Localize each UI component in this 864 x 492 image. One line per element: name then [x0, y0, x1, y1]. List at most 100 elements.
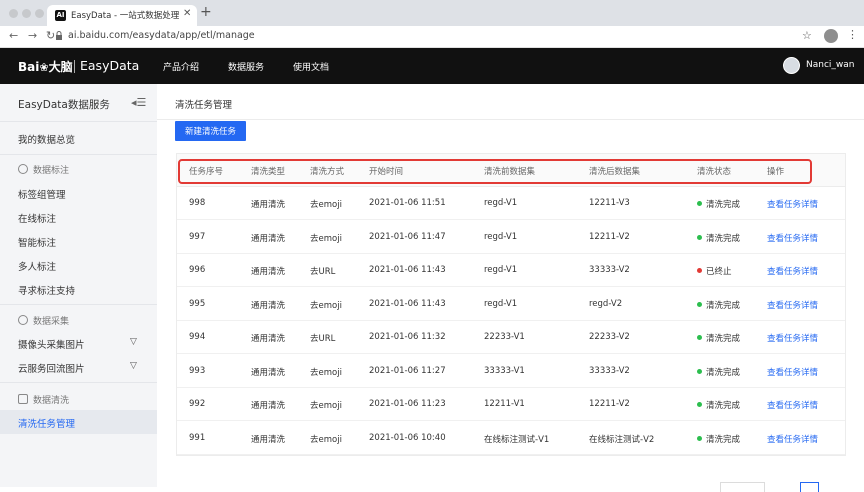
cleaning-icon	[18, 394, 28, 404]
top-navigation: Bai❀大脑 EasyData 产品介绍 数据服务 使用文档 Nanci_wan	[0, 48, 864, 84]
cell-type: 通用清洗	[251, 434, 286, 445]
cell-type: 通用清洗	[251, 267, 286, 277]
avatar[interactable]	[783, 57, 800, 74]
new-tab-icon[interactable]: +	[200, 5, 212, 19]
reload-icon[interactable]: ↻	[46, 29, 55, 42]
cell-method: 去emoji	[310, 434, 342, 445]
url-field[interactable]: ai.baidu.com/easydata/app/etl/manage	[68, 30, 255, 41]
cell-start-time: 2021-01-06 10:40	[369, 432, 446, 443]
cell-before-dataset: regd-V1	[484, 298, 518, 309]
status-dot-icon	[697, 301, 702, 307]
product-name[interactable]: EasyData	[80, 58, 139, 73]
status-label: 清洗完成	[706, 367, 741, 378]
cell-id: 995	[189, 298, 206, 309]
cell-method: 去emoji	[310, 367, 342, 378]
status-badge: 清洗完成	[697, 399, 740, 411]
sidebar-item-online-annotation[interactable]: 在线标注	[18, 211, 56, 225]
view-task-details-link[interactable]: 查看任务详情	[767, 366, 818, 378]
nav-link-data-service[interactable]: 数据服务	[228, 60, 264, 73]
cell-start-time: 2021-01-06 11:23	[369, 399, 446, 409]
view-task-details-link[interactable]: 查看任务详情	[767, 265, 818, 277]
sidebar-item-label-groups[interactable]: 标签组管理	[18, 187, 66, 201]
cell-before-dataset: regd-V1	[484, 198, 518, 208]
sidebar-item-smart-annotation[interactable]: 智能标注	[18, 235, 56, 249]
view-task-details-link[interactable]: 查看任务详情	[767, 433, 818, 445]
bookmark-star-icon[interactable]: ☆	[802, 29, 812, 42]
chevron-down-icon[interactable]: ▽	[130, 337, 137, 347]
cell-before-dataset: 22233-V1	[484, 332, 525, 342]
status-dot-icon	[697, 368, 702, 374]
view-task-details-link[interactable]: 查看任务详情	[767, 232, 818, 244]
profile-icon[interactable]	[824, 29, 838, 43]
status-label: 清洗完成	[706, 200, 741, 210]
cell-method: 去emoji	[310, 401, 342, 411]
logo-brand-cn: 大脑	[48, 60, 73, 74]
cell-start-time: 2021-01-06 11:51	[369, 198, 446, 208]
cell-id: 997	[189, 231, 206, 242]
window-close-dot[interactable]	[9, 9, 18, 18]
cell-id: 994	[189, 332, 206, 342]
page-header: 清洗任务管理	[157, 84, 864, 120]
baidu-logo[interactable]: Bai❀大脑	[18, 58, 73, 75]
chevron-down-icon[interactable]: ▽	[130, 361, 137, 371]
nav-link-docs[interactable]: 使用文档	[293, 60, 329, 73]
cell-type: 通用清洗	[251, 200, 286, 210]
view-task-details-link[interactable]: 查看任务详情	[767, 299, 818, 311]
cube-icon	[18, 164, 28, 174]
tab-close-icon[interactable]: ✕	[183, 8, 191, 19]
sidebar-group-collection: 数据采集	[18, 314, 69, 327]
cell-start-time: 2021-01-06 11:47	[369, 231, 446, 242]
window-zoom-dot[interactable]	[35, 9, 44, 18]
sidebar-item-multi-annotation[interactable]: 多人标注	[18, 259, 56, 273]
cell-after-dataset: 在线标注测试-V2	[589, 434, 655, 445]
status-dot-icon	[697, 435, 702, 441]
status-label: 清洗完成	[706, 334, 741, 344]
table-row: 998 通用清洗 去emoji 2021-01-06 11:51 regd-V1 1221…	[177, 187, 845, 220]
cell-method: 去emoji	[310, 300, 342, 311]
sidebar-item-camera-collection[interactable]: 摄像头采集图片	[18, 337, 85, 351]
cell-after-dataset: 12211-V3	[589, 198, 630, 208]
pagination-control[interactable]	[720, 482, 765, 492]
back-icon[interactable]: ←	[9, 29, 18, 42]
nav-link-product-intro[interactable]: 产品介绍	[163, 60, 199, 73]
divider	[0, 154, 157, 155]
collapse-menu-icon[interactable]: ◂☰	[131, 96, 146, 109]
cell-before-dataset: 12211-V1	[484, 399, 525, 409]
cell-type: 通用清洗	[251, 401, 286, 411]
cell-start-time: 2021-01-06 11:27	[369, 365, 446, 376]
window-minimize-dot[interactable]	[22, 9, 31, 18]
table-row: 991 通用清洗 去emoji 2021-01-06 10:40 在线标注测试-V1 在线…	[177, 422, 845, 455]
new-cleaning-task-button[interactable]: 新建清洗任务	[175, 121, 246, 141]
status-dot-icon	[697, 201, 702, 206]
status-label: 清洗完成	[706, 233, 741, 244]
browser-tab[interactable]: AI EasyData - 一站式数据处理和服务 ✕	[47, 5, 197, 26]
tab-title: EasyData - 一站式数据处理和服务	[71, 11, 179, 21]
group-label: 数据采集	[33, 317, 70, 327]
cell-start-time: 2021-01-06 11:43	[369, 265, 446, 275]
group-label: 数据清洗	[33, 396, 70, 406]
status-badge: 清洗完成	[697, 232, 740, 244]
cell-method: 去URL	[310, 267, 336, 277]
sidebar-item-cloud-collection[interactable]: 云服务回流图片	[18, 361, 85, 375]
menu-kebab-icon[interactable]: ⋮	[847, 28, 858, 41]
cell-method: 去emoji	[310, 200, 342, 210]
view-task-details-link[interactable]: 查看任务详情	[767, 399, 818, 411]
forward-icon[interactable]: →	[28, 29, 37, 42]
cell-method: 去emoji	[310, 233, 342, 244]
cell-after-dataset: 12211-V2	[589, 231, 630, 242]
view-task-details-link[interactable]: 查看任务详情	[767, 198, 818, 210]
cell-id: 991	[189, 432, 206, 443]
view-task-details-link[interactable]: 查看任务详情	[767, 332, 818, 344]
logo-divider	[74, 60, 75, 73]
cell-type: 通用清洗	[251, 334, 286, 344]
sidebar-item-overview[interactable]: 我的数据总览	[18, 132, 75, 146]
pagination-active-page[interactable]	[800, 482, 819, 492]
table-row: 997 通用清洗 去emoji 2021-01-06 11:47 regd-V1 1221…	[177, 221, 845, 254]
sidebar-item-cleaning-tasks[interactable]: 清洗任务管理	[0, 410, 157, 434]
username[interactable]: Nanci_wan	[806, 60, 854, 70]
sidebar-item-annotation-support[interactable]: 寻求标注支持	[18, 283, 75, 297]
cell-type: 通用清洗	[251, 233, 286, 244]
table-header: 任务序号 清洗类型 清洗方式 开始时间 清洗前数据集 清洗后数据集 清洗状态 操…	[177, 154, 845, 187]
status-dot-icon	[697, 402, 702, 407]
divider	[0, 382, 157, 383]
